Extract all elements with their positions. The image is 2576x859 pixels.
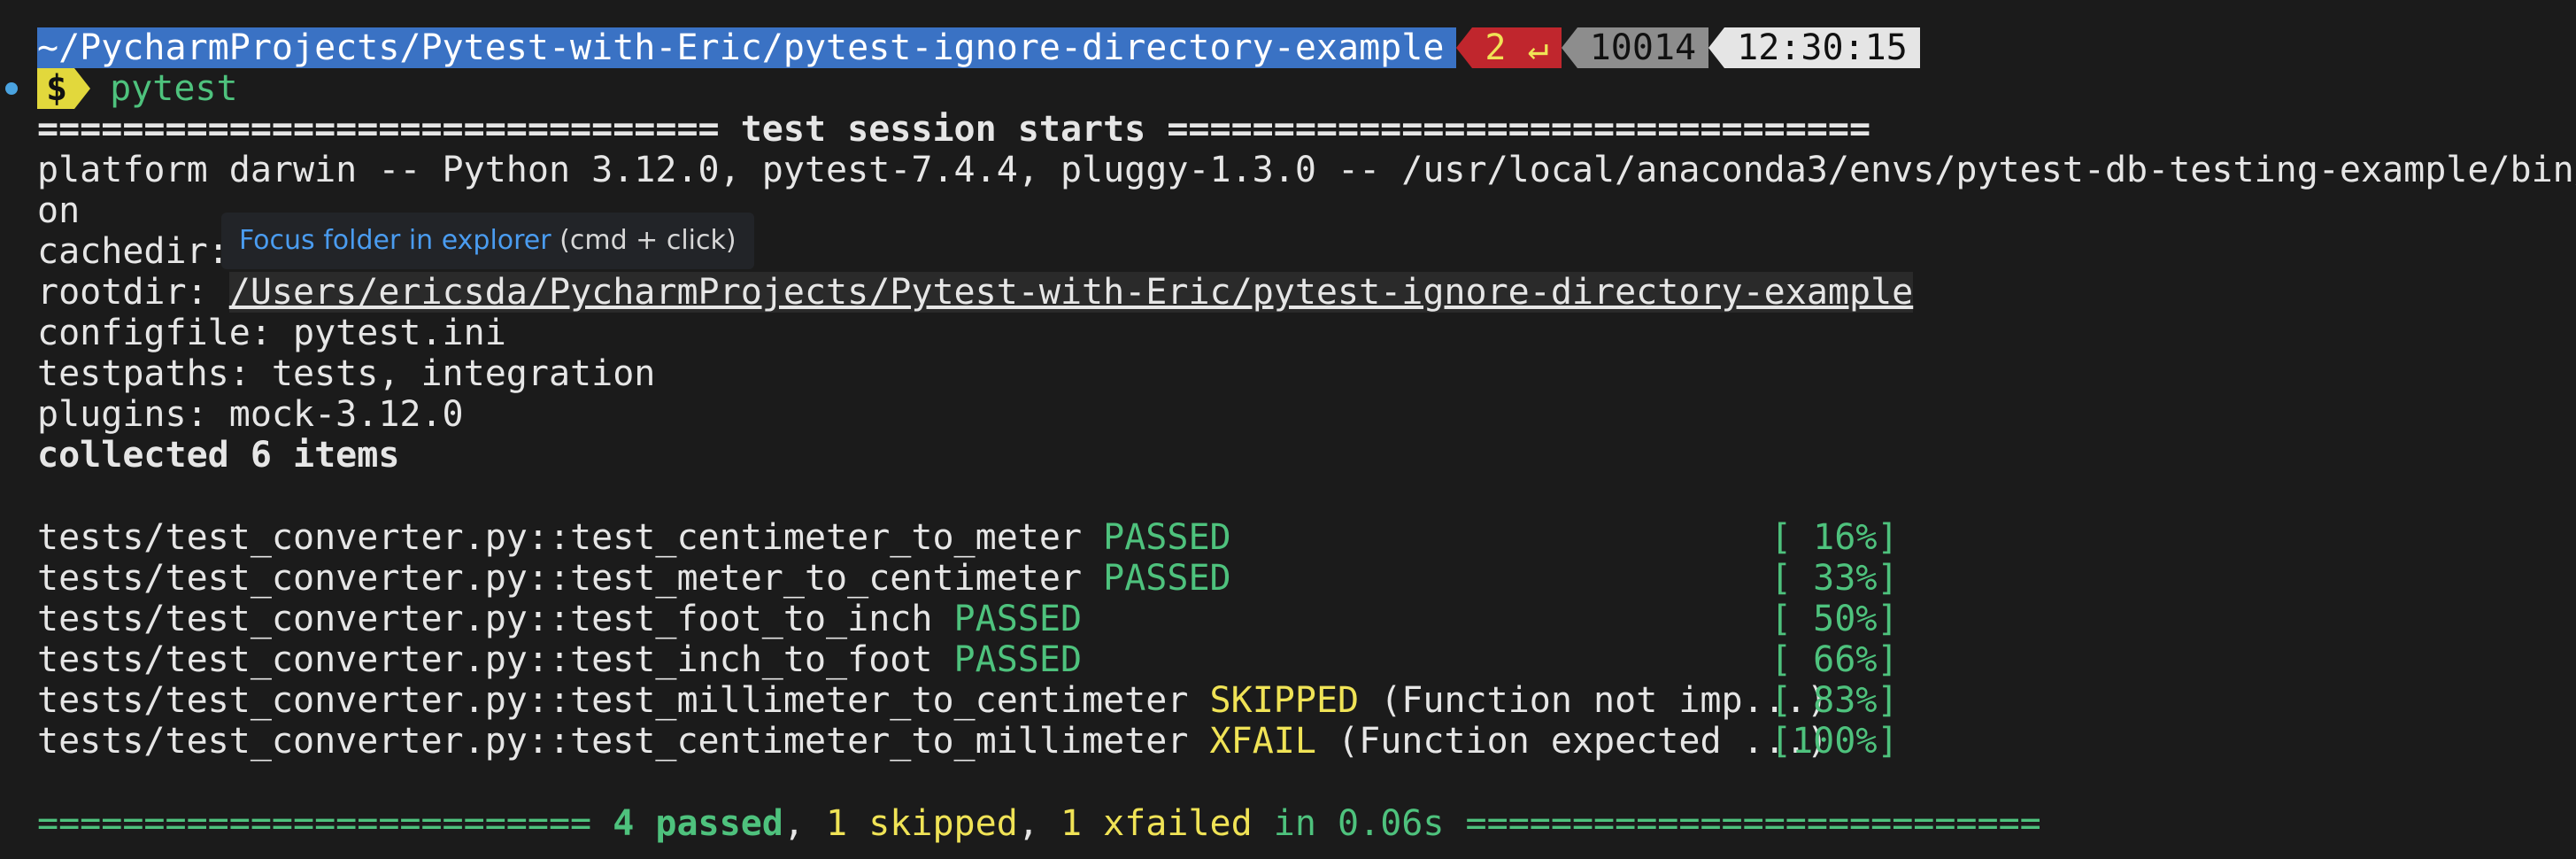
terminal-window[interactable]: ~/PycharmProjects/Pytest-with-Eric/pytes…	[0, 0, 2576, 859]
rootdir-label: rootdir:	[37, 272, 229, 313]
test-status: PASSED	[953, 599, 1083, 639]
rootdir-path-link[interactable]: /Users/ericsda/PycharmProjects/Pytest-wi…	[228, 272, 1914, 313]
prompt-path: ~/PycharmProjects/Pytest-with-Eric/pytes…	[37, 27, 1457, 68]
summary-rule-left: ==========================	[37, 803, 613, 844]
prompt-status: 2 ↵	[1472, 27, 1562, 68]
test-status: SKIPPED	[1209, 680, 1360, 721]
prompt-separator	[1708, 27, 1725, 68]
command-status-dot-icon[interactable]	[5, 82, 18, 95]
test-status: PASSED	[953, 639, 1083, 680]
session-header: ================================ test se…	[37, 109, 1871, 150]
configfile-line: configfile: pytest.ini	[37, 313, 506, 353]
summary-separator: ,	[783, 803, 827, 844]
test-progress: [ 50%]	[1770, 599, 1899, 639]
test-progress: [ 33%]	[1770, 558, 1899, 599]
test-progress: [100%]	[1770, 721, 1899, 762]
test-progress: [ 66%]	[1770, 639, 1899, 680]
summary-xfailed: 1 xfailed	[1060, 803, 1253, 844]
plugins-line: plugins: mock-3.12.0	[37, 394, 464, 435]
test-result-row: tests/test_converter.py::test_centimeter…	[37, 517, 1231, 558]
cachedir-line: cachedir:	[37, 231, 229, 272]
tooltip-link[interactable]: Focus folder in explorer	[239, 225, 551, 256]
test-result-row: tests/test_converter.py::test_meter_to_c…	[37, 558, 1231, 599]
test-name: tests/test_converter.py::test_inch_to_fo…	[37, 639, 933, 680]
link-tooltip: Focus folder in explorer (cmd + click)	[221, 213, 754, 269]
test-result-row: tests/test_converter.py::test_inch_to_fo…	[37, 639, 1082, 680]
prompt-separator	[74, 68, 91, 109]
test-progress: [ 16%]	[1770, 517, 1899, 558]
tooltip-hint: (cmd + click)	[551, 225, 737, 256]
testpaths-line: testpaths: tests, integration	[37, 353, 656, 394]
summary-passed: 4 passed	[613, 803, 783, 844]
test-name: tests/test_converter.py::test_foot_to_in…	[37, 599, 933, 639]
test-name: tests/test_converter.py::test_meter_to_c…	[37, 558, 1083, 599]
summary-time: in 0.06s	[1252, 803, 1466, 844]
test-status: XFAIL	[1209, 721, 1316, 762]
return-icon: ↵	[1527, 27, 1549, 68]
test-name: tests/test_converter.py::test_centimeter…	[37, 721, 1189, 762]
test-result-row: tests/test_converter.py::test_foot_to_in…	[37, 599, 1082, 639]
test-reason: (Function not imp...)	[1380, 680, 1828, 721]
prompt-separator	[1561, 27, 1577, 68]
summary-rule-right: ===========================	[1465, 803, 2041, 844]
prompt-time: 12:30:15	[1724, 27, 1920, 68]
test-status: PASSED	[1103, 558, 1231, 599]
rootdir-line: rootdir: /Users/ericsda/PycharmProjects/…	[37, 272, 1914, 313]
summary-separator: ,	[1017, 803, 1060, 844]
status-code: 2	[1485, 27, 1507, 68]
collected-line: collected 6 items	[37, 435, 400, 476]
command-line: $ pytest	[0, 68, 238, 109]
platform-line-wrap: on	[37, 190, 81, 231]
platform-line: platform darwin -- Python 3.12.0, pytest…	[37, 150, 2576, 190]
test-reason: (Function expected ...)	[1338, 721, 1828, 762]
test-status: PASSED	[1103, 517, 1231, 558]
summary-skipped: 1 skipped	[826, 803, 1018, 844]
test-result-row: tests/test_converter.py::test_millimeter…	[37, 680, 1828, 721]
test-progress: [ 83%]	[1770, 680, 1899, 721]
command-text: pytest	[110, 68, 238, 109]
prompt-separator	[1456, 27, 1473, 68]
test-name: tests/test_converter.py::test_millimeter…	[37, 680, 1189, 721]
prompt-symbol: $	[37, 68, 75, 109]
prompt-history-number: 10014	[1577, 27, 1709, 68]
prompt-bar: ~/PycharmProjects/Pytest-with-Eric/pytes…	[37, 27, 1920, 68]
test-result-row: tests/test_converter.py::test_centimeter…	[37, 721, 1828, 762]
summary-line: ========================== 4 passed, 1 s…	[37, 803, 2041, 844]
test-name: tests/test_converter.py::test_centimeter…	[37, 517, 1083, 558]
